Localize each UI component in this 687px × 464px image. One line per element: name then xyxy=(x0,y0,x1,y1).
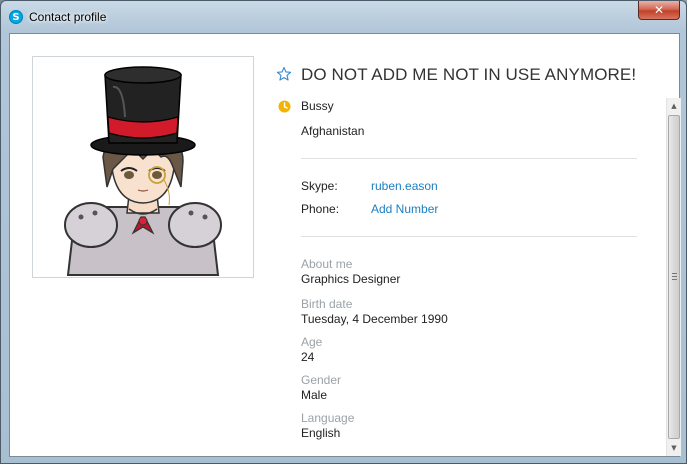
scroll-up-arrow-icon[interactable]: ▲ xyxy=(667,98,681,114)
skype-name-link[interactable]: ruben.eason xyxy=(371,179,438,193)
close-icon: ✕ xyxy=(653,3,665,17)
skype-logo-icon: S xyxy=(9,10,23,24)
profile-panel: DO NOT ADD ME NOT IN USE ANYMORE! Bussy … xyxy=(9,33,681,457)
star-outline-icon[interactable] xyxy=(276,66,292,82)
gender-value: Male xyxy=(301,388,328,402)
skype-label: Skype: xyxy=(301,179,338,193)
birth-date-label: Birth date xyxy=(301,297,353,311)
avatar-illustration xyxy=(64,66,222,276)
display-name: DO NOT ADD ME NOT IN USE ANYMORE! xyxy=(301,65,637,84)
about-me-label: About me xyxy=(301,257,353,271)
close-button[interactable]: ✕ xyxy=(638,1,680,20)
status-text: Bussy xyxy=(301,99,334,113)
vertical-scrollbar[interactable]: ▲ ▼ xyxy=(666,98,681,456)
grip-icon xyxy=(672,273,677,280)
clock-icon xyxy=(278,100,291,113)
window-title: Contact profile xyxy=(29,10,107,24)
country-text: Afghanistan xyxy=(301,124,365,138)
divider xyxy=(301,158,637,159)
scroll-down-arrow-icon[interactable]: ▼ xyxy=(667,440,681,456)
age-value: 24 xyxy=(301,350,315,364)
phone-label: Phone: xyxy=(301,202,340,216)
birth-date-value: Tuesday, 4 December 1990 xyxy=(301,312,448,326)
divider xyxy=(301,236,637,237)
title-bar[interactable]: S Contact profile ✕ xyxy=(1,1,686,33)
contact-profile-window: S Contact profile ✕ DO NOT ADD ME NOT IN… xyxy=(0,0,687,464)
scrollbar-thumb[interactable] xyxy=(668,115,680,439)
age-label: Age xyxy=(301,335,323,349)
avatar xyxy=(32,56,254,278)
language-label: Language xyxy=(301,411,355,425)
language-value: English xyxy=(301,426,341,440)
gender-label: Gender xyxy=(301,373,342,387)
about-me-value: Graphics Designer xyxy=(301,272,401,286)
add-number-link[interactable]: Add Number xyxy=(371,202,438,216)
